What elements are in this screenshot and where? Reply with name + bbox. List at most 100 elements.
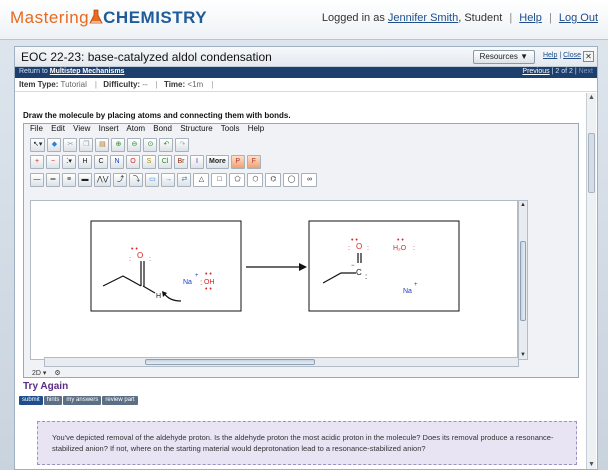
zoom-fit-icon[interactable]: ⊙ — [143, 138, 158, 152]
mode-dropdown-icon[interactable]: ▾ — [43, 370, 47, 377]
settings-icon[interactable]: ⚙ — [54, 370, 60, 377]
svg-text::: : — [413, 245, 415, 252]
zoom-in-icon[interactable]: ⊕ — [111, 138, 126, 152]
svg-text:+: + — [195, 273, 199, 279]
review-part-button[interactable]: review part — [102, 396, 138, 405]
element-br-button[interactable]: Br — [174, 155, 188, 169]
menu-bond[interactable]: Bond — [153, 124, 172, 133]
plus-charge-icon[interactable]: + — [30, 155, 44, 169]
element-i-button[interactable]: I — [190, 155, 204, 169]
menu-insert[interactable]: Insert — [99, 124, 119, 133]
my-answers-button[interactable]: my answers — [63, 396, 102, 405]
problem-title: EOC 22-23: base-catalyzed aldol condensa… — [21, 50, 272, 64]
menu-tools[interactable]: Tools — [221, 124, 240, 133]
reagent-hydroxide: OH — [204, 279, 215, 286]
feedback-message: You've depicted removal of the aldehyde … — [37, 421, 577, 465]
cycloheptane-icon[interactable]: ◯ — [283, 173, 300, 187]
close-icon[interactable]: ✕ — [583, 51, 594, 62]
logout-link[interactable]: Log Out — [559, 12, 598, 24]
zoom-out-icon[interactable]: ⊖ — [127, 138, 142, 152]
svg-text::: : — [149, 256, 151, 263]
curved-arrow — [163, 292, 182, 302]
menu-file[interactable]: File — [30, 124, 43, 133]
answer-actions: submit hints my answers review part — [19, 396, 138, 405]
element-f-button[interactable]: F — [246, 155, 261, 169]
hints-button[interactable]: hints — [43, 396, 63, 405]
canvas-vertical-scrollbar[interactable]: ▲ ▼ — [518, 200, 528, 360]
product-skeleton — [322, 272, 356, 284]
page-scroll-up-icon[interactable]: ▲ — [588, 94, 595, 101]
scroll-up-arrow-icon[interactable]: ▲ — [520, 202, 526, 208]
benzene-icon[interactable]: ⌬ — [265, 173, 282, 187]
previous-link[interactable]: Previous — [522, 68, 549, 75]
select-arrow-icon[interactable]: ↖▾ — [30, 138, 46, 152]
page-scroll-down-icon[interactable]: ▼ — [588, 461, 595, 468]
menu-atom[interactable]: Atom — [126, 124, 145, 133]
svg-text:• •: • • — [205, 271, 212, 278]
eraser-icon[interactable]: ◆ — [47, 138, 62, 152]
panel-close-link[interactable]: Close — [563, 52, 581, 59]
item-meta: Item Type: Tutorial | Difficulty: -- | Tim… — [15, 78, 597, 92]
resources-dropdown[interactable]: Resources ▼ — [472, 50, 535, 64]
menu-help[interactable]: Help — [248, 124, 264, 133]
element-p-button[interactable]: P — [230, 155, 245, 169]
item-type-value: Tutorial — [60, 80, 87, 89]
dimension-mode[interactable]: 2D — [32, 370, 41, 377]
electron-pair-icon[interactable]: ⁚▾ — [62, 155, 76, 169]
return-link[interactable]: Return to Multistep Mechanisms — [19, 68, 124, 75]
user-name-link[interactable]: Jennifer Smith — [388, 12, 458, 24]
redo-icon[interactable]: ↷ — [175, 138, 190, 152]
account-bar: Logged in as Jennifer Smith, Student | H… — [321, 12, 598, 24]
cut-icon[interactable]: ✂ — [63, 138, 78, 152]
element-c-button[interactable]: C — [94, 155, 108, 169]
panel-help-link[interactable]: Help — [543, 52, 557, 59]
canvas-vscroll-thumb[interactable] — [520, 241, 526, 321]
page-scrollbar[interactable]: ▲ ▼ — [586, 93, 596, 469]
next-link[interactable]: Next — [579, 68, 593, 75]
cyclobutane-icon[interactable]: □ — [211, 173, 228, 187]
menu-structure[interactable]: Structure — [180, 124, 212, 133]
equilibrium-arrow-icon[interactable]: ⇄ — [177, 173, 192, 187]
scroll-down-arrow-icon[interactable]: ▼ — [520, 352, 526, 358]
cyclohexane-icon[interactable]: ⬡ — [247, 173, 264, 187]
cyclopentane-icon[interactable]: ⬠ — [229, 173, 246, 187]
paste-icon[interactable]: ▤ — [95, 138, 110, 152]
toolbar-row-3: ― ═ ≡ ▬ ⋀⋁ ⤴ ⤵ ▭ → ⇄ △ □ ⬠ ⬡ ⌬ ◯ ∞ — [30, 172, 318, 188]
element-cl-button[interactable]: Cl — [158, 155, 172, 169]
bold-bond-icon[interactable]: ▬ — [78, 173, 92, 187]
product-box — [308, 220, 460, 312]
canvas-hscroll-thumb[interactable] — [145, 359, 315, 365]
element-n-button[interactable]: N — [110, 155, 124, 169]
half-arrow-icon[interactable]: ⤵ — [129, 173, 144, 187]
chain-icon[interactable]: ⋀⋁ — [94, 173, 112, 187]
top-header: Mastering CHEMISTRY Logged in as Jennifer… — [0, 0, 608, 40]
box-icon[interactable]: ▭ — [145, 173, 160, 187]
drawing-canvas[interactable]: O • • : : H Na + : OH • • • • O • •:: … — [30, 200, 518, 360]
single-bond-icon[interactable]: ― — [30, 173, 44, 187]
double-bond-icon[interactable]: ═ — [46, 173, 60, 187]
cyclopropane-icon[interactable]: △ — [193, 173, 210, 187]
try-again-message: Try Again — [23, 381, 69, 392]
help-link[interactable]: Help — [519, 12, 542, 24]
menu-view[interactable]: View — [73, 124, 90, 133]
minus-charge-icon[interactable]: − — [46, 155, 60, 169]
triple-bond-icon[interactable]: ≡ — [62, 173, 76, 187]
canvas-horizontal-scrollbar[interactable] — [44, 357, 519, 367]
element-s-button[interactable]: S — [142, 155, 156, 169]
toolbar-row-2: + − ⁚▾ H C N O S Cl Br I More P F — [30, 154, 261, 170]
page-scroll-thumb[interactable] — [588, 133, 595, 193]
svg-text:+: + — [414, 282, 418, 288]
more-elements-button[interactable]: More — [206, 155, 229, 169]
submit-button[interactable]: submit — [19, 396, 43, 405]
menu-edit[interactable]: Edit — [51, 124, 65, 133]
element-h-button[interactable]: H — [78, 155, 92, 169]
reaction-arrow-icon[interactable]: → — [161, 173, 176, 187]
naphthalene-icon[interactable]: ∞ — [301, 173, 318, 187]
page-indicator: 2 of 2 — [555, 68, 573, 75]
curved-arrow-icon[interactable]: ⤴ — [113, 173, 128, 187]
pager: Previous | 2 of 2 | Next — [522, 68, 593, 75]
svg-text:• •: • • — [205, 286, 212, 293]
copy-icon[interactable]: ❐ — [79, 138, 94, 152]
element-o-button[interactable]: O — [126, 155, 140, 169]
undo-icon[interactable]: ↶ — [159, 138, 174, 152]
